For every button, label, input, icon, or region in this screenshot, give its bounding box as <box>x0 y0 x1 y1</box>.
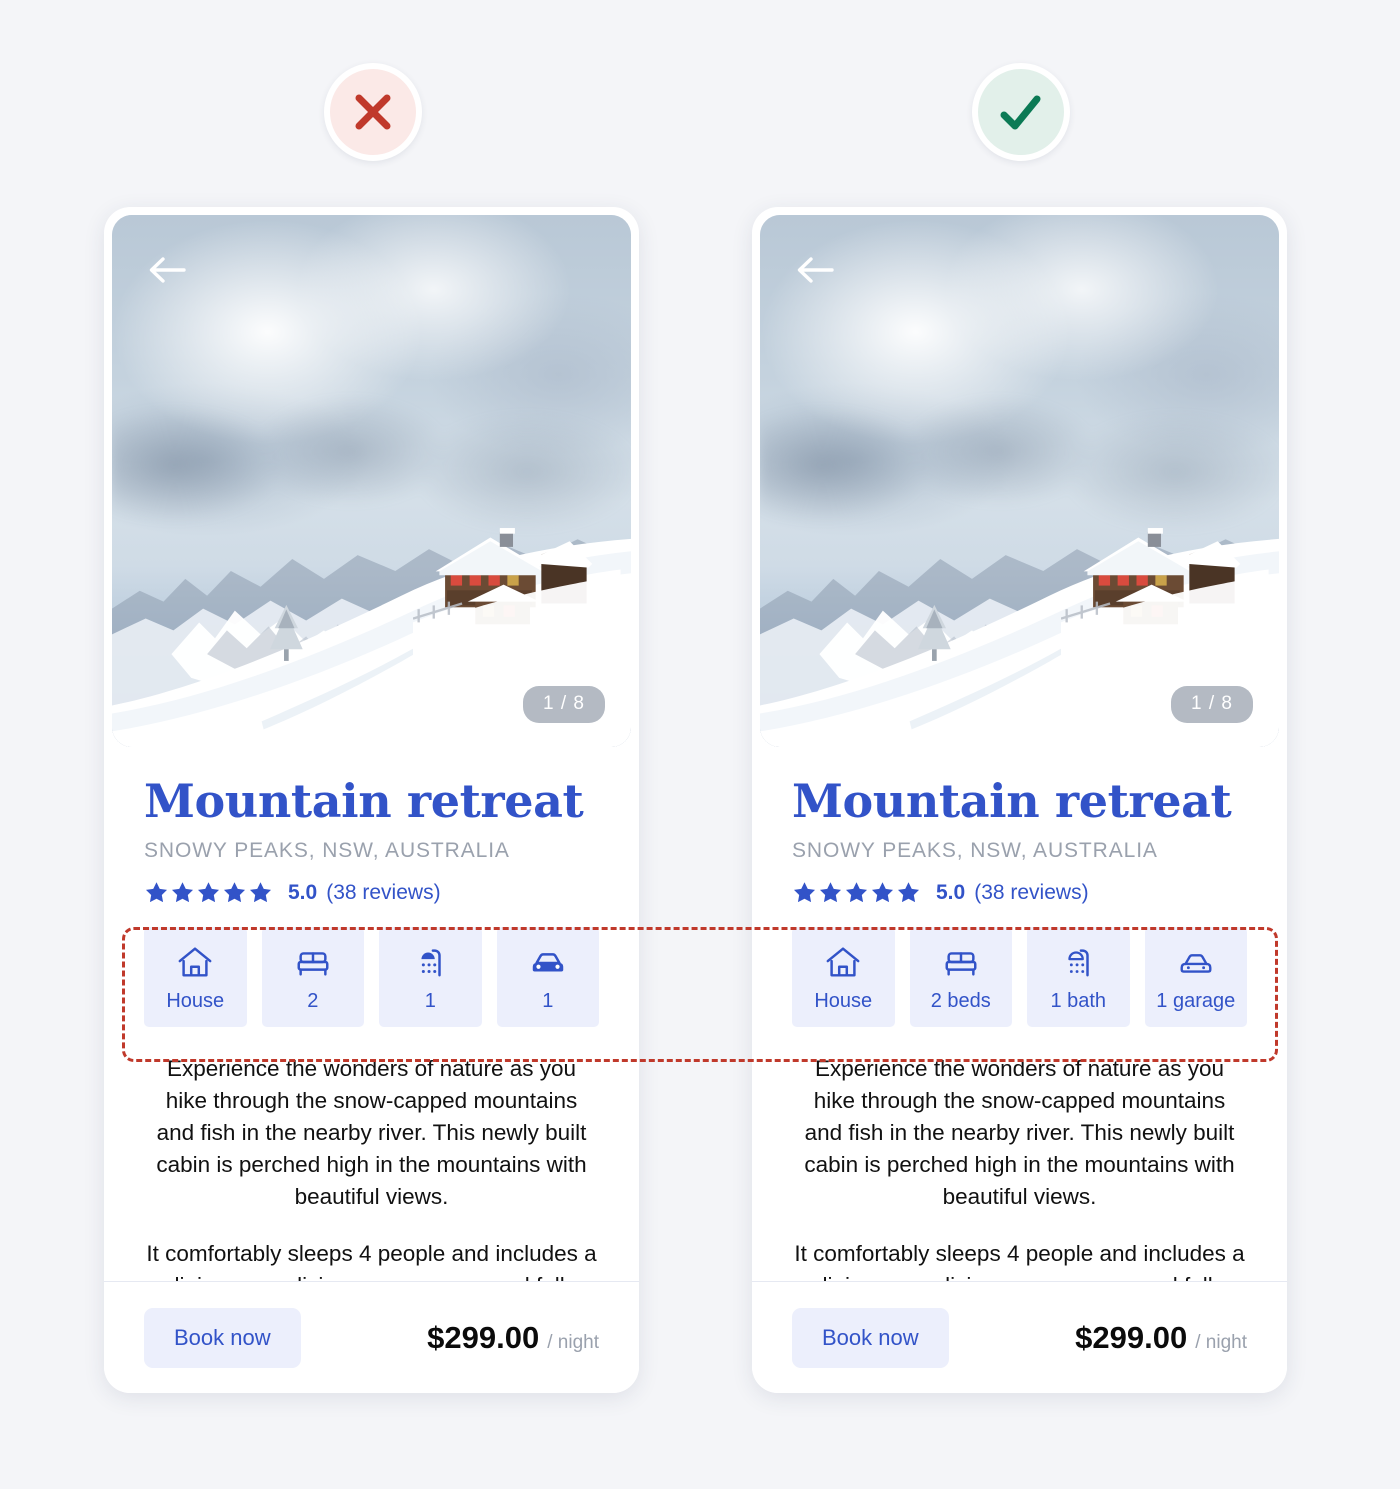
shower-icon <box>1059 941 1097 983</box>
photo-counter[interactable]: 1 / 8 <box>523 686 605 723</box>
star-icon <box>845 882 868 903</box>
amenity-chip-house[interactable]: House <box>144 927 247 1028</box>
listing-description: Experience the wonders of nature as you … <box>792 1053 1247 1281</box>
photo-cabin <box>413 527 621 659</box>
book-now-button[interactable]: Book now <box>144 1307 301 1368</box>
car-icon <box>1176 941 1216 983</box>
star-icon <box>171 882 194 903</box>
price-amount: $299.00 <box>427 1319 540 1355</box>
amenity-chip-beds[interactable]: 2 beds <box>909 927 1012 1028</box>
amenity-chip-bath[interactable]: 1 bath <box>1027 927 1130 1028</box>
amenity-chip-row: House 2 beds 1 bath 1 garage <box>792 927 1247 1028</box>
photo-cabin <box>1061 527 1269 659</box>
listing-body: Mountain retreat SNOWY PEAKS, NSW, AUSTR… <box>104 747 639 1281</box>
star-rating <box>792 880 921 905</box>
review-count[interactable]: (38 reviews) <box>974 881 1088 905</box>
photo-counter[interactable]: 1 / 8 <box>1171 686 1253 723</box>
car-icon <box>528 941 568 983</box>
amenity-chip-row: House 2 1 1 <box>144 927 599 1028</box>
price-block: $299.00 / night <box>1075 1320 1247 1356</box>
listing-card-bad: 1 / 8 Mountain retreat SNOWY PEAKS, NSW,… <box>104 207 639 1393</box>
star-icon <box>819 882 842 903</box>
star-icon <box>897 882 920 903</box>
amenity-chip-garage[interactable]: 1 garage <box>1144 927 1247 1028</box>
price-block: $299.00 / night <box>427 1320 599 1356</box>
photo-pine-tree <box>269 604 303 661</box>
house-icon <box>824 941 862 983</box>
description-paragraph: It comfortably sleeps 4 people and inclu… <box>146 1240 597 1281</box>
comparison-figure: 1 / 8 Mountain retreat SNOWY PEAKS, NSW,… <box>0 0 1400 1489</box>
amenity-chip-beds[interactable]: 2 <box>261 927 364 1028</box>
description-paragraph: It comfortably sleeps 4 people and inclu… <box>794 1240 1245 1281</box>
amenity-label: 1 garage <box>1156 990 1236 1013</box>
price-unit: / night <box>1195 1331 1247 1353</box>
correct-badge <box>972 63 1070 161</box>
amenity-chip-house[interactable]: House <box>792 927 895 1028</box>
arrow-left-icon <box>797 257 834 283</box>
star-icon <box>197 882 220 903</box>
booking-bar: Book now $299.00 / night <box>752 1281 1287 1393</box>
cross-icon <box>355 94 391 130</box>
amenity-label: 2 <box>307 990 319 1013</box>
incorrect-badge <box>324 63 422 161</box>
amenity-label: House <box>166 990 225 1013</box>
star-icon <box>871 882 894 903</box>
listing-photo[interactable]: 1 / 8 <box>760 215 1279 747</box>
listing-location: SNOWY PEAKS, NSW, AUSTRALIA <box>144 839 510 863</box>
price-amount: $299.00 <box>1075 1319 1188 1355</box>
car-glyph <box>1180 954 1212 974</box>
amenity-label: 1 <box>542 990 554 1013</box>
amenity-label: House <box>814 990 873 1013</box>
rating-row: 5.0 (38 reviews) <box>144 880 599 905</box>
star-icon <box>249 882 272 903</box>
check-icon <box>1000 95 1041 130</box>
photo-pine-tree <box>917 604 951 661</box>
price-unit: / night <box>547 1331 599 1353</box>
car-glyph <box>532 953 563 972</box>
listing-photo[interactable]: 1 / 8 <box>112 215 631 747</box>
review-count[interactable]: (38 reviews) <box>326 881 440 905</box>
page-title: Mountain retreat <box>144 774 584 828</box>
house-icon <box>176 941 214 983</box>
listing-location: SNOWY PEAKS, NSW, AUSTRALIA <box>792 839 1158 863</box>
rating-score: 5.0 <box>288 880 318 904</box>
booking-bar: Book now $299.00 / night <box>104 1281 639 1393</box>
bed-icon <box>942 941 980 983</box>
amenity-label: 1 <box>424 990 436 1013</box>
description-paragraph: Experience the wonders of nature as you … <box>156 1056 587 1210</box>
description-paragraph: Experience the wonders of nature as you … <box>804 1056 1235 1210</box>
back-button[interactable] <box>144 247 190 293</box>
amenity-chip-garage[interactable]: 1 <box>496 927 599 1028</box>
rating-row: 5.0 (38 reviews) <box>792 880 1247 905</box>
star-icon <box>145 882 168 903</box>
shower-icon <box>411 941 449 983</box>
amenity-chip-bath[interactable]: 1 <box>379 927 482 1028</box>
arrow-left-icon <box>149 257 186 283</box>
rating-score: 5.0 <box>936 880 966 904</box>
star-icon <box>793 882 816 903</box>
bed-icon <box>294 941 332 983</box>
book-now-button[interactable]: Book now <box>792 1307 949 1368</box>
amenity-label: 1 bath <box>1050 990 1107 1013</box>
listing-body: Mountain retreat SNOWY PEAKS, NSW, AUSTR… <box>752 747 1287 1281</box>
star-rating <box>144 880 273 905</box>
amenity-label: 2 beds <box>930 990 991 1013</box>
back-button[interactable] <box>792 247 838 293</box>
listing-card-good: 1 / 8 Mountain retreat SNOWY PEAKS, NSW,… <box>752 207 1287 1393</box>
listing-description: Experience the wonders of nature as you … <box>144 1053 599 1281</box>
page-title: Mountain retreat <box>792 774 1232 828</box>
star-icon <box>223 882 246 903</box>
